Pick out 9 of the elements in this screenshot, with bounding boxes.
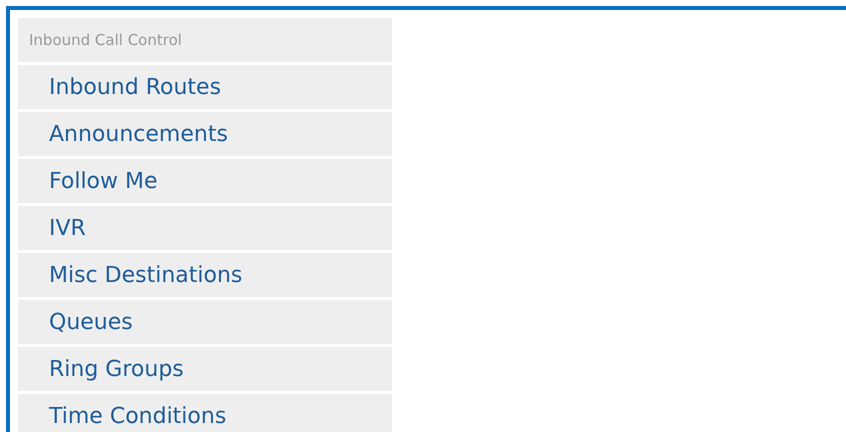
menu-item[interactable]: Announcements bbox=[18, 112, 392, 156]
menu-heading: Inbound Call Control bbox=[18, 18, 392, 62]
menu-item[interactable]: Ring Groups bbox=[18, 347, 392, 391]
menu-item[interactable]: Queues bbox=[18, 300, 392, 344]
menu-item[interactable]: Misc Destinations bbox=[18, 253, 392, 297]
menu-item[interactable]: Follow Me bbox=[18, 159, 392, 203]
menu-item[interactable]: Inbound Routes bbox=[18, 65, 392, 109]
menu-item[interactable]: Time Conditions bbox=[18, 394, 392, 432]
menu-item[interactable]: IVR bbox=[18, 206, 392, 250]
